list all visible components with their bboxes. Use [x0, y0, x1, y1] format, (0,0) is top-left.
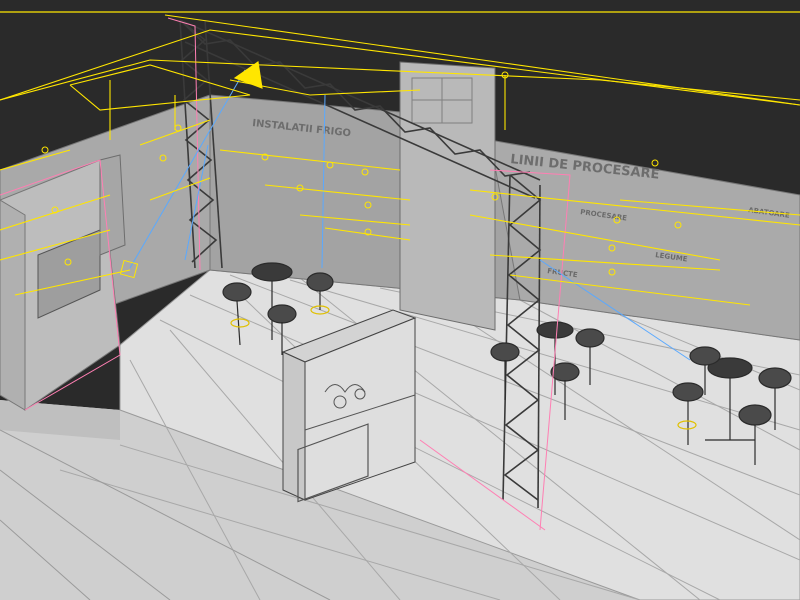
left-partition-panel	[99, 154, 126, 256]
scene-render[interactable]: INSTALATII FRIGO LINII DE PROCESARE PROC…	[0, 0, 800, 600]
3d-viewport[interactable]: INSTALATII FRIGO LINII DE PROCESARE PROC…	[0, 0, 800, 600]
left-partition-side	[0, 199, 26, 411]
tall-column	[399, 61, 496, 331]
